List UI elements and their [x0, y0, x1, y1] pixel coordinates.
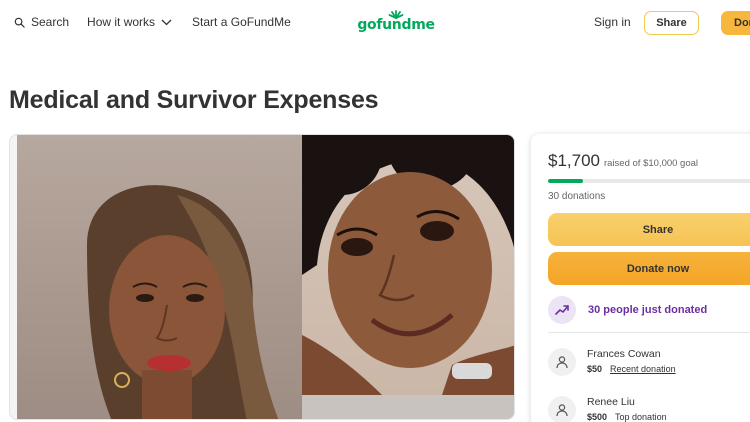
header-share-button[interactable]: Share [644, 11, 699, 35]
chevron-down-icon [161, 19, 172, 25]
recent-donation-link[interactable]: Recent donation [610, 364, 676, 374]
progress-bar [548, 179, 750, 183]
divider [548, 332, 750, 333]
donor-avatar [548, 396, 576, 422]
start-gofundme-label: Start a GoFundMe [192, 15, 291, 29]
progress-fill [548, 179, 583, 183]
search-link[interactable]: Search [14, 15, 69, 29]
donor-info: Frances Cowan $50 Recent donation [587, 348, 676, 376]
top-nav: Search How it works Start a GoFundMe gof… [0, 0, 750, 46]
donor-icon [556, 356, 568, 369]
nav-left: Search How it works Start a GoFundMe [14, 15, 291, 29]
donations-count: 30 donations [548, 191, 606, 202]
donor-name: Renee Liu [587, 396, 635, 408]
trending-up-icon [555, 305, 569, 315]
sign-in-link[interactable]: Sign in [594, 15, 631, 29]
photo-bottom-strip [302, 395, 514, 419]
just-donated-notice: 30 people just donated [548, 296, 707, 324]
just-donated-text: 30 people just donated [588, 304, 708, 316]
donor-info: Renee Liu $500 Top donation [587, 396, 667, 422]
header-donate-button[interactable]: Donate [721, 11, 750, 35]
donor-item: Frances Cowan $50 Recent donation [548, 348, 676, 376]
campaign-title: Medical and Survivor Expenses [9, 86, 379, 114]
donor-name: Frances Cowan [587, 348, 661, 360]
campaign-photo[interactable] [9, 134, 515, 420]
donor-amount: $500 [587, 412, 608, 422]
search-label: Search [31, 15, 70, 29]
donor-icon [556, 404, 568, 417]
trend-badge [548, 296, 576, 324]
logo-sprout-icon [388, 10, 404, 19]
donate-now-button[interactable]: Donate now [548, 252, 750, 285]
top-donation-label: Top donation [615, 412, 667, 422]
donor-amount: $50 [587, 364, 603, 374]
logo-text: gofundme [357, 17, 435, 33]
share-button[interactable]: Share [548, 213, 750, 246]
how-it-works-menu[interactable]: How it works [87, 15, 172, 29]
start-gofundme-link[interactable]: Start a GoFundMe [192, 15, 291, 29]
donor-meta: $500 Top donation [587, 412, 667, 422]
girl-portrait-image [302, 135, 514, 395]
donor-avatar [548, 348, 576, 376]
search-icon [14, 17, 25, 28]
donation-card: $1,700 raised of $10,000 goal 30 donatio… [531, 134, 750, 422]
woman-portrait-image [87, 185, 279, 419]
how-it-works-label: How it works [87, 15, 156, 29]
amount-raised: $1,700 [548, 151, 600, 170]
raised-summary: $1,700 raised of $10,000 goal [548, 151, 698, 171]
donor-item: Renee Liu $500 Top donation [548, 396, 667, 422]
photo-right-portrait [302, 135, 514, 395]
photo-left-portrait [17, 135, 307, 419]
gofundme-logo[interactable]: gofundme [357, 10, 435, 36]
donor-meta: $50 Recent donation [587, 364, 676, 374]
goal-text: raised of $10,000 goal [604, 158, 699, 169]
